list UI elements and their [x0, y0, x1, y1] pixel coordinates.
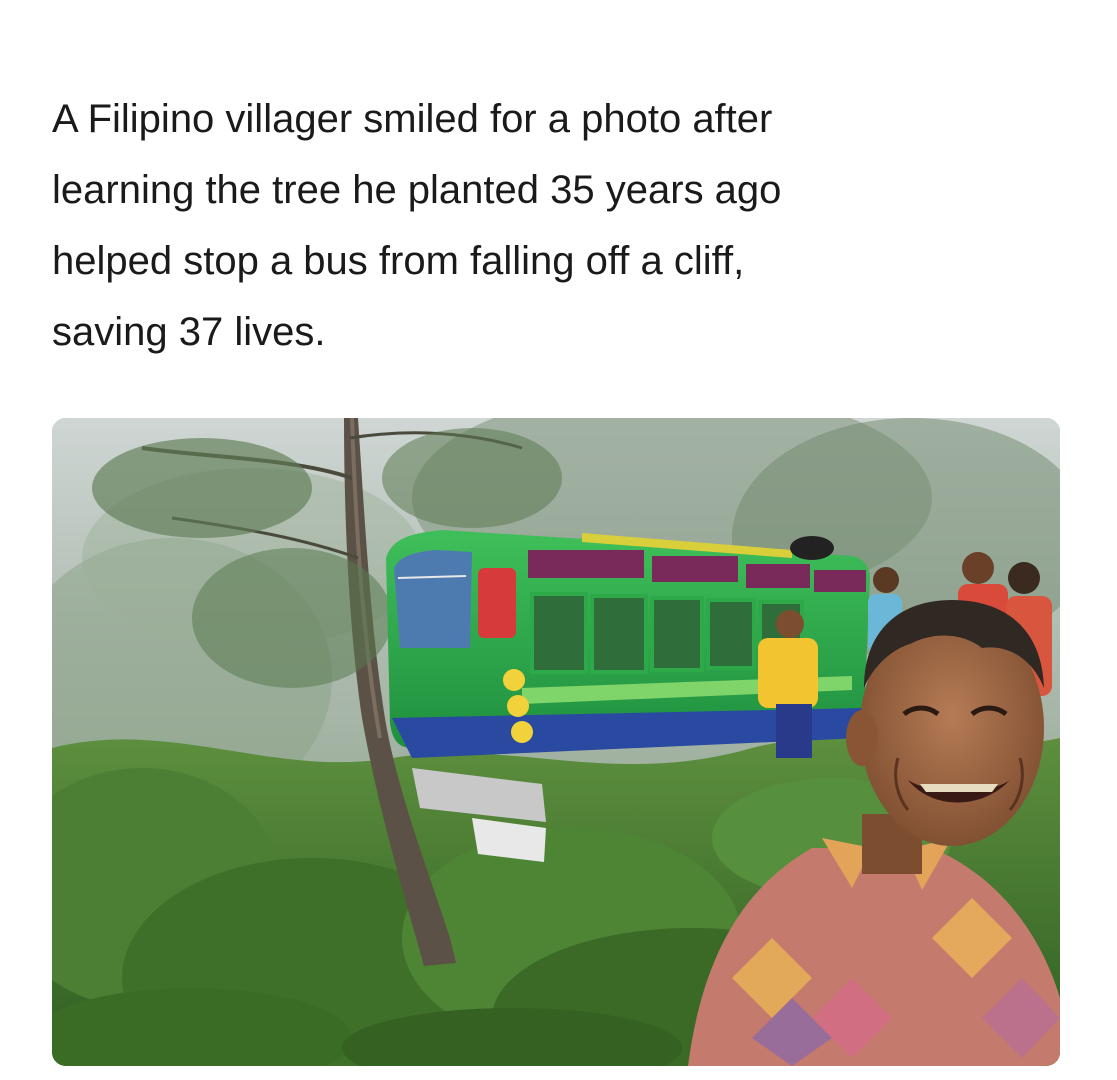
post: A Filipino villager smiled for a photo a… [0, 0, 1117, 1080]
caption-line: saving 37 lives. [52, 310, 326, 354]
caption-line: helped stop a bus from falling off a cli… [52, 239, 745, 283]
post-caption: A Filipino villager smiled for a photo a… [52, 84, 1052, 368]
caption-line: learning the tree he planted 35 years ag… [52, 168, 782, 212]
caption-line: A Filipino villager smiled for a photo a… [52, 97, 773, 141]
photo-illustration [52, 418, 1060, 1066]
post-photo[interactable] [52, 418, 1060, 1066]
